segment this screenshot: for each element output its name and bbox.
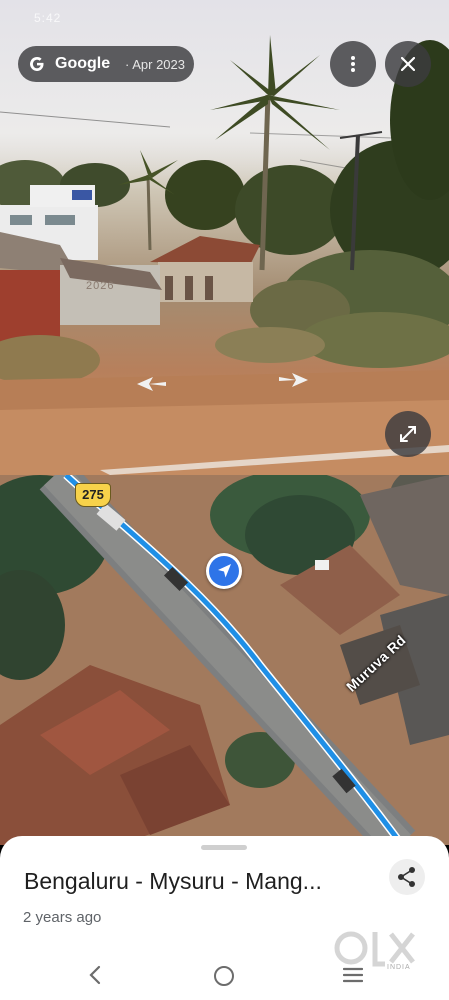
- pan-right-arrow[interactable]: [278, 371, 310, 387]
- capture-date: · Apr 2023: [125, 57, 185, 72]
- place-title: Bengaluru - Mysuru - Mang...: [24, 868, 322, 894]
- pan-left-arrow[interactable]: [135, 376, 167, 392]
- share-button[interactable]: [389, 859, 425, 895]
- route-shield: 275: [75, 483, 111, 507]
- close-button[interactable]: [385, 41, 431, 87]
- street-view-panorama[interactable]: 2026 5:42 Google · Apr 2023: [0, 0, 449, 475]
- capture-age: 2 years ago: [23, 909, 102, 926]
- satellite-map[interactable]: Muruva Rd: [0, 475, 449, 845]
- google-g-icon: [30, 57, 44, 71]
- close-icon: [401, 57, 415, 71]
- source-brand: Google: [55, 55, 111, 72]
- share-icon: [398, 867, 415, 887]
- more-vert-icon: [351, 56, 355, 72]
- navigation-arrow-icon: [218, 564, 231, 578]
- locator-fill: [209, 556, 239, 586]
- more-options-button[interactable]: [330, 41, 376, 87]
- sheet-drag-handle[interactable]: [201, 845, 247, 850]
- imagery-source-pill[interactable]: Google · Apr 2023: [18, 46, 194, 82]
- expand-button[interactable]: [385, 411, 431, 457]
- house-sign: 2026: [86, 280, 115, 292]
- system-navigation-bar: [0, 950, 449, 1000]
- recents-icon[interactable]: [343, 967, 363, 983]
- status-time: 5:42: [34, 11, 62, 25]
- back-icon[interactable]: [86, 965, 104, 985]
- status-bar: 5:42: [0, 8, 449, 28]
- expand-icon: [400, 426, 416, 442]
- location-marker[interactable]: [206, 553, 242, 589]
- home-icon[interactable]: [214, 966, 234, 986]
